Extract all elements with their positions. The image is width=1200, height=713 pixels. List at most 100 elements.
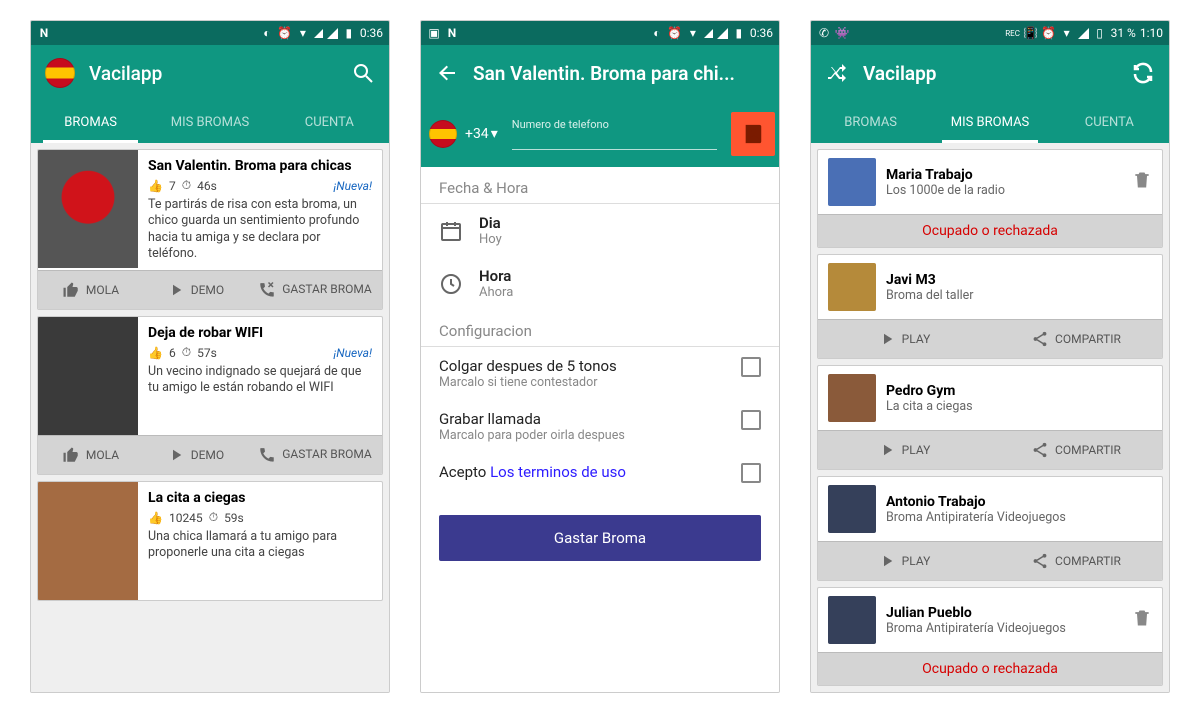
checkbox[interactable] bbox=[741, 463, 761, 483]
status-time: 1:10 bbox=[1140, 26, 1163, 40]
status-busy: Ocupado o rechazada bbox=[818, 652, 1162, 685]
cfg-grabar[interactable]: Grabar llamadaMarcalo para poder oirla d… bbox=[421, 400, 779, 453]
tab-mis-bromas[interactable]: MIS BROMAS bbox=[930, 101, 1049, 143]
nueva-badge: ¡Nueva! bbox=[333, 179, 372, 193]
clock-icon: ⏱ bbox=[182, 345, 191, 360]
play-button[interactable]: PLAY bbox=[818, 431, 990, 469]
status-time: 0:36 bbox=[360, 26, 383, 40]
checkbox[interactable] bbox=[741, 410, 761, 430]
gastar-broma-button[interactable]: GASTAR BROMA bbox=[248, 271, 382, 309]
broma-name: Broma Antipiratería Videojuegos bbox=[886, 621, 1066, 636]
tab-bromas[interactable]: BROMAS bbox=[811, 101, 930, 143]
phone-label: Numero de telefono bbox=[512, 118, 717, 131]
pick-contact-button[interactable] bbox=[731, 112, 775, 156]
app-title: Vacilapp bbox=[863, 62, 1117, 85]
broma-thumb bbox=[38, 150, 138, 268]
chevron-down-icon: ▾ bbox=[491, 126, 498, 142]
broma-thumb bbox=[38, 482, 138, 600]
mybroma-row[interactable]: Javi M3Broma del taller PLAY COMPARTIR bbox=[817, 254, 1163, 359]
n-icon: N bbox=[37, 26, 51, 40]
duration: 46s bbox=[197, 179, 217, 193]
page-title: San Valentin. Broma para chi... bbox=[473, 62, 765, 85]
tab-bromas[interactable]: BROMAS bbox=[31, 101, 150, 143]
contact-thumb bbox=[828, 596, 876, 644]
broma-name: Broma del taller bbox=[886, 288, 974, 303]
status-time: 0:36 bbox=[750, 26, 773, 40]
clock-icon bbox=[439, 272, 463, 296]
wifi-icon: ▾ bbox=[686, 26, 700, 40]
share-button[interactable]: COMPARTIR bbox=[990, 431, 1162, 469]
mybroma-row[interactable]: Pedro GymLa cita a ciegas PLAY COMPARTIR bbox=[817, 365, 1163, 470]
image-icon: ▣ bbox=[427, 26, 441, 40]
likes-count: 10245 bbox=[169, 511, 203, 525]
refresh-icon[interactable] bbox=[1131, 61, 1155, 85]
signal-icon bbox=[704, 29, 713, 38]
duration: 57s bbox=[197, 346, 217, 360]
thumb-up-icon: 👍 bbox=[148, 346, 163, 360]
broma-card[interactable]: San Valentin. Broma para chicas 👍7 ⏱46s … bbox=[37, 149, 383, 310]
clock-icon: ⏱ bbox=[209, 510, 218, 525]
contact-thumb bbox=[828, 263, 876, 311]
gastar-broma-button[interactable]: GASTAR BROMA bbox=[248, 436, 382, 474]
row-dia[interactable]: DiaHoy bbox=[421, 204, 779, 257]
clock-icon: ⏱ bbox=[182, 178, 191, 193]
demo-button[interactable]: DEMO bbox=[143, 271, 248, 309]
tab-mis-bromas[interactable]: MIS BROMAS bbox=[150, 101, 269, 143]
broma-title: San Valentin. Broma para chicas bbox=[148, 158, 372, 174]
contact-thumb bbox=[828, 158, 876, 206]
checkbox[interactable] bbox=[741, 357, 761, 377]
back-icon[interactable] bbox=[435, 61, 459, 85]
vibrate-icon: 📳 bbox=[1024, 26, 1038, 40]
tab-cuenta[interactable]: CUENTA bbox=[1050, 101, 1169, 143]
battery-icon: ▮ bbox=[732, 26, 746, 40]
mybroma-row[interactable]: Julian PuebloBroma Antipiratería Videoju… bbox=[817, 587, 1163, 686]
search-icon[interactable] bbox=[351, 61, 375, 85]
broma-card[interactable]: La cita a ciegas 👍10245 ⏱59s Una chica l… bbox=[37, 481, 383, 601]
mybroma-row[interactable]: Maria TrabajoLos 1000e de la radio Ocupa… bbox=[817, 149, 1163, 248]
mybroma-row[interactable]: Antonio TrabajoBroma Antipiratería Video… bbox=[817, 476, 1163, 581]
thumb-up-icon: 👍 bbox=[148, 179, 163, 193]
section-fecha-hora: Fecha & Hora bbox=[421, 167, 779, 204]
section-configuracion: Configuracion bbox=[421, 310, 779, 347]
broma-name: Broma Antipiratería Videojuegos bbox=[886, 510, 1066, 525]
cfg-colgar[interactable]: Colgar despues de 5 tonosMarcalo si tien… bbox=[421, 347, 779, 400]
flag-es-icon[interactable] bbox=[429, 120, 457, 148]
tab-cuenta[interactable]: CUENTA bbox=[270, 101, 389, 143]
phone-number-row: +34▾ Numero de telefono bbox=[421, 101, 779, 167]
demo-button[interactable]: DEMO bbox=[143, 436, 248, 474]
terms-link[interactable]: Los terminos de uso bbox=[490, 463, 626, 481]
phone-input[interactable]: Numero de telefono bbox=[512, 118, 717, 150]
signal-icon bbox=[1078, 28, 1089, 39]
broma-card[interactable]: Deja de robar WIFI 👍6 ⏱57s ¡Nueva! Un ve… bbox=[37, 316, 383, 475]
shuffle-icon[interactable] bbox=[825, 61, 849, 85]
play-button[interactable]: PLAY bbox=[818, 542, 990, 580]
alarm-icon: ⏰ bbox=[1042, 26, 1056, 40]
status-busy: Ocupado o rechazada bbox=[818, 214, 1162, 247]
phone-broma-detail: ▣ N ◐ ⏰ ▾ ▮ 0:36 San Valentin. Broma par… bbox=[420, 20, 780, 693]
mola-button[interactable]: MOLA bbox=[38, 436, 143, 474]
calendar-icon bbox=[439, 219, 463, 243]
app-bar: Vacilapp bbox=[31, 45, 389, 101]
n-icon: N bbox=[445, 26, 459, 40]
alarm-icon: ⏰ bbox=[668, 26, 682, 40]
trash-icon[interactable] bbox=[1132, 608, 1152, 632]
mola-button[interactable]: MOLA bbox=[38, 271, 143, 309]
tabs: BROMAS MIS BROMAS CUENTA bbox=[811, 101, 1169, 143]
country-prefix[interactable]: +34▾ bbox=[465, 126, 498, 142]
share-button[interactable]: COMPARTIR bbox=[990, 320, 1162, 358]
wifi-icon: ▾ bbox=[296, 26, 310, 40]
status-bar: ▣ N ◐ ⏰ ▾ ▮ 0:36 bbox=[421, 21, 779, 45]
android-icon: 👾 bbox=[835, 26, 849, 40]
signal-icon bbox=[327, 28, 338, 39]
share-button[interactable]: COMPARTIR bbox=[990, 542, 1162, 580]
cast-icon: ◐ bbox=[260, 26, 274, 40]
flag-es-icon[interactable] bbox=[45, 58, 75, 88]
likes-count: 7 bbox=[169, 179, 176, 193]
trash-icon[interactable] bbox=[1132, 170, 1152, 194]
likes-count: 6 bbox=[169, 346, 176, 360]
broma-title: La cita a ciegas bbox=[148, 490, 372, 506]
gastar-broma-primary-button[interactable]: Gastar Broma bbox=[439, 515, 761, 561]
cfg-terminos[interactable]: Acepto Los terminos de uso bbox=[421, 453, 779, 493]
row-hora[interactable]: HoraAhora bbox=[421, 257, 779, 310]
play-button[interactable]: PLAY bbox=[818, 320, 990, 358]
